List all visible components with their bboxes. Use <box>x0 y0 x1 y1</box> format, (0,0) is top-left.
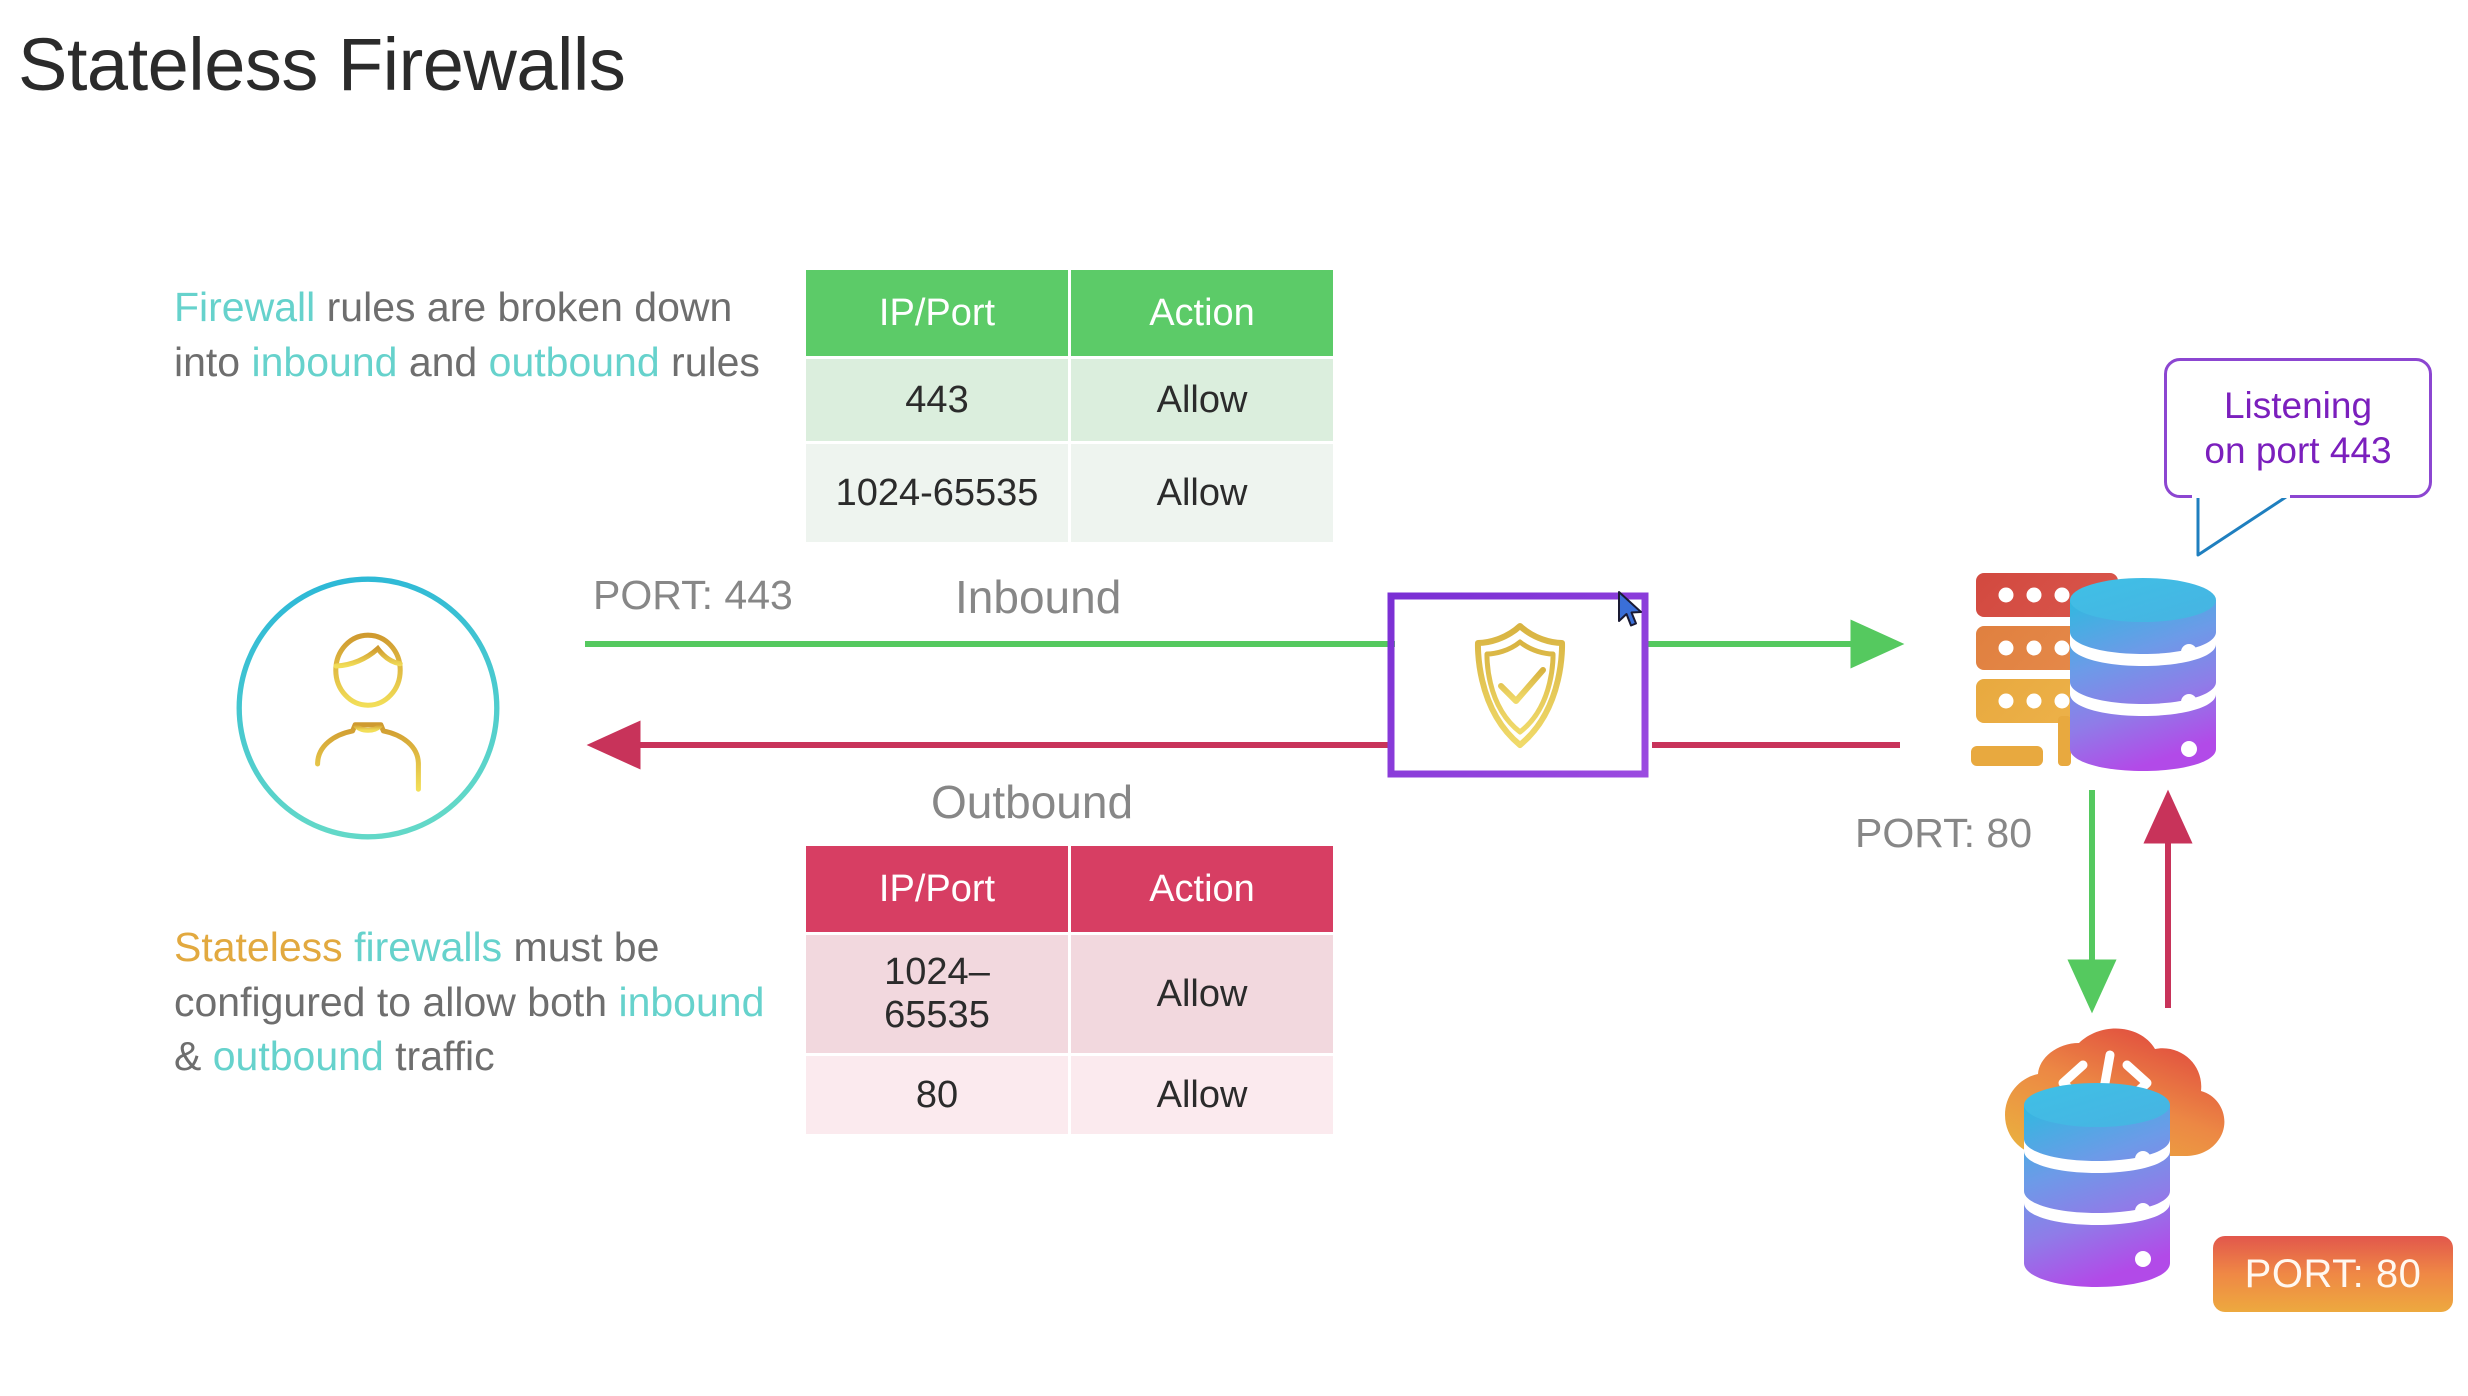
stateless-paragraph: Stateless firewalls must be configured t… <box>174 920 784 1084</box>
inbound-flow-label: Inbound <box>955 571 1122 623</box>
server-port-label: PORT: 80 <box>1855 810 2032 856</box>
inbound-rules-table: IP/Port Action 443 Allow 1024-65535 Allo… <box>803 267 1336 545</box>
keyword-stateless: Stateless <box>174 924 343 970</box>
slide-canvas: Stateless Firewalls Firewall rules are b… <box>0 0 2468 1396</box>
client-port-label: PORT: 443 <box>593 572 793 618</box>
para-bottom-text-3: traffic <box>383 1033 495 1080</box>
outbound-row1-ipport: 1024– 65535 <box>806 935 1068 1053</box>
cloud-code-database-icon <box>2005 1028 2225 1287</box>
speech-bubble-text: Listening on port 443 <box>2204 383 2391 473</box>
intro-paragraph: Firewall rules are broken down into inbo… <box>174 280 774 389</box>
outbound-row1-action: Allow <box>1071 935 1333 1053</box>
para-top-text-3: rules <box>659 338 760 385</box>
keyword-firewall: Firewall <box>174 284 316 330</box>
outbound-header-ipport: IP/Port <box>806 846 1068 932</box>
outbound-flow-label: Outbound <box>931 776 1134 828</box>
inbound-row1-ipport: 443 <box>806 359 1068 441</box>
speech-bubble-line1: Listening <box>2223 384 2373 426</box>
inbound-header-ipport: IP/Port <box>806 270 1068 356</box>
outbound-row2-ipport: 80 <box>806 1056 1068 1134</box>
keyword-inbound-top: inbound <box>251 338 398 385</box>
outbound-header-action: Action <box>1071 846 1333 932</box>
inbound-row1-action: Allow <box>1071 359 1333 441</box>
shield-check-icon <box>1474 623 1566 748</box>
keyword-inbound-bottom: inbound <box>618 978 765 1025</box>
mouse-pointer-icon <box>1618 591 1642 627</box>
keyword-firewalls: firewalls <box>354 924 503 970</box>
table-header-row: IP/Port Action <box>806 270 1333 356</box>
table-row: 443 Allow <box>806 359 1333 441</box>
outbound-rules-table: IP/Port Action 1024– 65535 Allow 80 Allo… <box>803 843 1336 1137</box>
table-row: 1024-65535 Allow <box>806 444 1333 542</box>
table-row: 80 Allow <box>806 1056 1333 1134</box>
table-row: 1024– 65535 Allow <box>806 935 1333 1053</box>
para-bottom-text-2: & <box>174 1033 213 1080</box>
firewall-brick-wall-icon <box>1387 592 1649 778</box>
page-title: Stateless Firewalls <box>18 23 626 106</box>
para-bottom-space <box>343 924 354 970</box>
keyword-outbound-top: outbound <box>488 338 660 385</box>
database-cylinder-cloud <box>2024 1083 2170 1287</box>
para-top-text-2: and <box>397 338 489 385</box>
port-80-badge: PORT: 80 <box>2213 1236 2453 1312</box>
database-cylinder <box>2070 578 2216 771</box>
keyword-outbound-bottom: outbound <box>212 1033 384 1080</box>
inbound-header-action: Action <box>1071 270 1333 356</box>
inbound-row2-ipport: 1024-65535 <box>806 444 1068 542</box>
speech-bubble-line2: on port 443 <box>2204 430 2392 471</box>
speech-bubble-tail <box>2192 493 2290 557</box>
outbound-row2-action: Allow <box>1071 1056 1333 1134</box>
table-header-row: IP/Port Action <box>806 846 1333 932</box>
inbound-row2-action: Allow <box>1071 444 1333 542</box>
listening-speech-bubble: Listening on port 443 <box>2164 358 2432 498</box>
server-rack-database-icon <box>1971 573 2216 771</box>
user-avatar-icon <box>236 576 500 840</box>
